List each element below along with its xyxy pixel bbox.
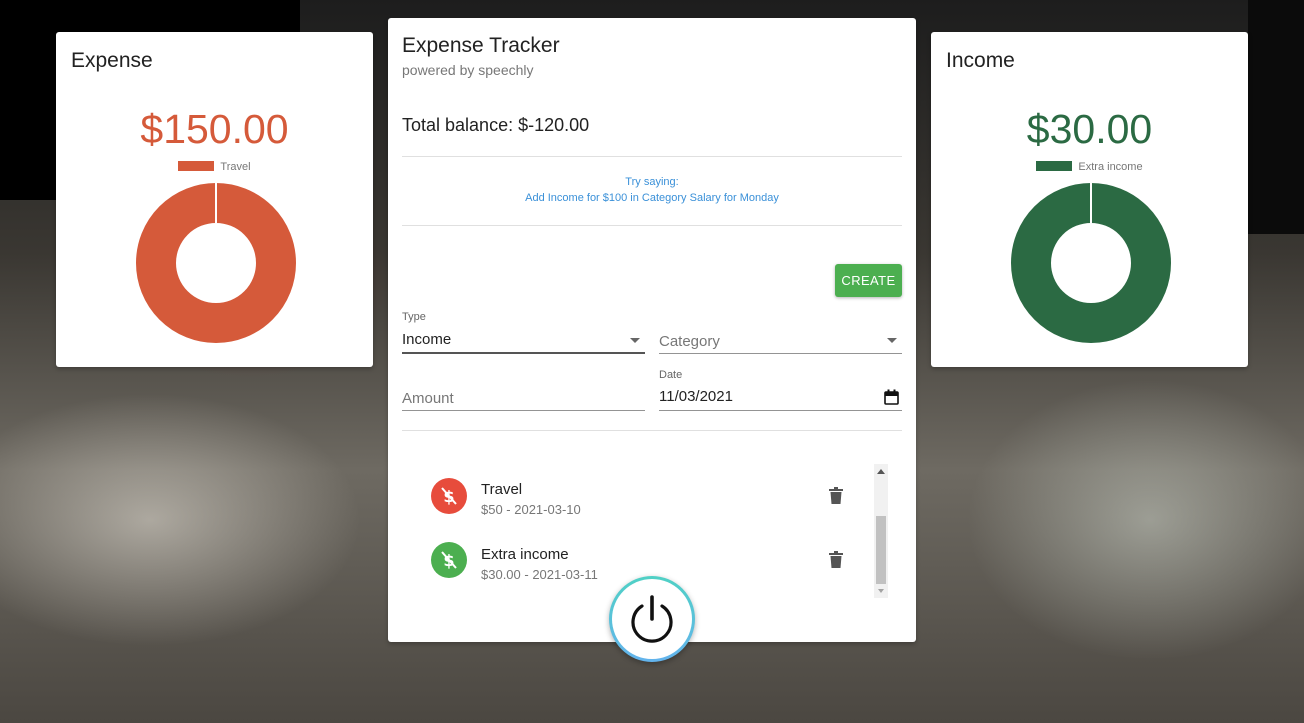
speechly-push-to-talk-button[interactable] (609, 576, 695, 662)
expense-donut-chart (136, 182, 296, 343)
transaction-name: Extra income (481, 546, 569, 563)
money-off-icon: $ (441, 487, 457, 506)
calendar-icon[interactable] (884, 389, 899, 405)
chevron-down-icon (630, 338, 640, 343)
legend-label: Travel (220, 161, 251, 173)
tracker-subtitle: powered by speechly (402, 62, 534, 78)
power-icon (631, 595, 673, 643)
legend-swatch (178, 161, 215, 171)
field-underline (659, 353, 902, 354)
expense-title: Expense (71, 49, 153, 72)
divider (402, 430, 902, 431)
date-value: 11/03/2021 (659, 388, 733, 405)
divider (402, 156, 902, 157)
type-label: Type (402, 311, 426, 323)
expense-legend[interactable]: Travel (56, 161, 373, 173)
create-button[interactable]: CREATE (835, 264, 902, 297)
amount-input[interactable]: Amount (402, 368, 645, 412)
type-select[interactable]: Type Income (402, 310, 645, 354)
list-item[interactable]: $ Travel $50 - 2021-03-10 (402, 466, 872, 526)
legend-swatch (1036, 161, 1073, 171)
field-underline (402, 410, 645, 411)
divider (402, 225, 902, 226)
type-value: Income (402, 331, 452, 348)
list-scrollbar[interactable] (874, 464, 888, 598)
date-input[interactable]: Date 11/03/2021 (659, 368, 902, 412)
income-legend[interactable]: Extra income (931, 161, 1248, 173)
expense-tracker-card: Expense Tracker powered by speechly Tota… (388, 18, 916, 642)
income-title: Income (946, 49, 1015, 72)
money-off-icon: $ (441, 551, 457, 570)
delete-icon[interactable] (828, 487, 844, 505)
chevron-down-icon (887, 338, 897, 343)
expense-amount: $150.00 (140, 106, 289, 152)
date-label: Date (659, 369, 683, 381)
income-donut-chart (1011, 182, 1171, 343)
field-underline (402, 352, 645, 354)
transaction-name: Travel (481, 481, 523, 498)
total-balance: Total balance: $-120.00 (402, 115, 590, 135)
scroll-down-arrow[interactable] (878, 589, 884, 593)
delete-icon[interactable] (828, 551, 844, 569)
legend-label: Extra income (1078, 161, 1143, 173)
expense-avatar: $ (431, 478, 467, 514)
category-placeholder: Category (659, 333, 720, 350)
income-amount: $30.00 (1026, 106, 1153, 152)
transaction-detail: $50 - 2021-03-10 (481, 502, 581, 517)
scrollbar-thumb[interactable] (876, 516, 886, 584)
expense-card: Expense $150.00 Travel (56, 32, 373, 367)
transaction-detail: $30.00 - 2021-03-11 (481, 567, 598, 582)
tracker-title: Expense Tracker (402, 34, 560, 57)
background-dark-corner-right (1248, 0, 1304, 234)
category-select[interactable]: Category (659, 310, 902, 354)
amount-placeholder: Amount (402, 390, 454, 407)
hint-heading: Try saying: (625, 176, 679, 188)
income-avatar: $ (431, 542, 467, 578)
scroll-up-arrow[interactable] (877, 469, 885, 474)
income-card: Income $30.00 Extra income (931, 32, 1248, 367)
hint-example: Add Income for $100 in Category Salary f… (525, 192, 779, 204)
field-underline (659, 410, 902, 411)
